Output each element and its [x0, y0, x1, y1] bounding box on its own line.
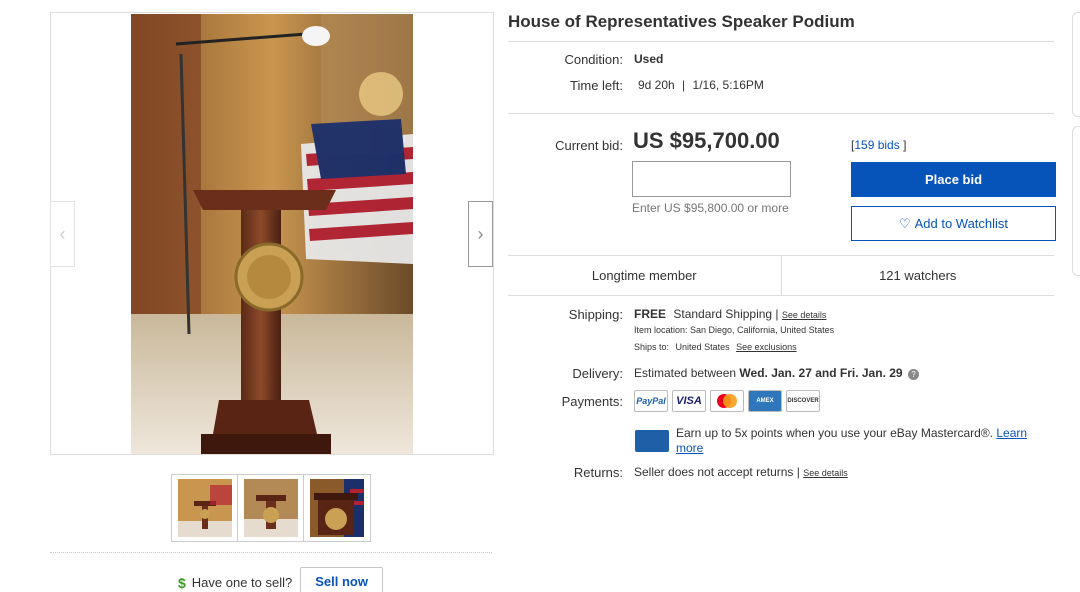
seller-stats: Longtime member 121 watchers [508, 255, 1054, 296]
thumbnail-strip [171, 474, 371, 542]
payments-label: Payments: [561, 394, 623, 409]
shipping-free: FREE [634, 307, 667, 321]
heart-icon: ♡ [898, 215, 911, 231]
bid-hint: Enter US $95,800.00 or more [632, 201, 789, 215]
info-icon[interactable]: ? [907, 369, 919, 380]
chevron-left-icon: ‹ [59, 223, 66, 244]
previous-image-button[interactable]: ‹ [50, 201, 75, 267]
dollar-icon: $ [178, 574, 186, 591]
place-bid-button[interactable]: Place bid [851, 162, 1056, 197]
add-to-watchlist-button[interactable]: ♡ Add to Watchlist [851, 206, 1056, 241]
current-bid-label: Current bid: [555, 138, 623, 153]
bid-amount-input[interactable] [632, 161, 791, 197]
mastercard-promo-icon [635, 430, 669, 452]
delivery-value: Estimated between Wed. Jan. 27 and Fri. … [634, 366, 919, 380]
promo-message: Earn up to 5x points when you use your e… [676, 426, 994, 440]
divider [508, 113, 1054, 114]
condition-value: Used [634, 52, 664, 66]
shipping-service: Standard Shipping | [673, 307, 779, 321]
sell-one-row: $ Have one to sell? Sell now [178, 567, 383, 592]
time-left-value: 9d 20h | 1/16, 5:16PM [638, 78, 764, 92]
bid-history-link[interactable]: 159 bids [854, 138, 899, 152]
watchlist-label: Add to Watchlist [914, 216, 1009, 231]
watchers-count: 121 watchers [780, 256, 1055, 295]
time-left-label: Time left: [570, 78, 623, 93]
ships-to-value: United States [675, 342, 730, 352]
thumbnail-3[interactable] [304, 475, 370, 541]
bid-count: [159 bids ] [851, 138, 906, 152]
discover-icon: DISCOVER [786, 390, 820, 412]
payment-methods: PayPal VISA AMEX DISCOVER [634, 390, 820, 412]
condition-label: Condition: [564, 52, 623, 67]
main-image-frame: ‹ › [50, 12, 494, 455]
ships-to-label: Ships to: [634, 342, 670, 352]
divider [508, 41, 1054, 42]
item-location: Item location: San Diego, California, Un… [634, 325, 835, 335]
shipping-see-details-link[interactable]: See details [782, 310, 827, 320]
next-image-button[interactable]: › [468, 201, 493, 267]
side-panel-edge [1072, 126, 1080, 276]
returns-value: Seller does not accept returns | See det… [634, 465, 848, 479]
podium-main-image[interactable] [131, 14, 413, 454]
bid-count-close: ] [903, 138, 907, 152]
longtime-member: Longtime member [591, 268, 697, 283]
ships-to: Ships to: United States See exclusions [634, 342, 797, 352]
thumbnail-1[interactable] [172, 475, 238, 541]
end-date: 1/16, 5:16PM [692, 78, 764, 92]
returns-text: Seller does not accept returns | [634, 465, 800, 479]
paypal-icon: PayPal [634, 390, 668, 412]
chevron-right-icon: › [477, 223, 484, 244]
amex-icon: AMEX [748, 390, 782, 412]
shipping-label: Shipping: [568, 307, 623, 322]
sell-prompt: Have one to sell? [191, 575, 293, 590]
returns-label: Returns: [573, 465, 623, 480]
promo-text: Earn up to 5x points when you use your e… [676, 426, 1056, 456]
side-panel-edge [1072, 12, 1080, 117]
delivery-prefix: Estimated between [634, 366, 737, 380]
listing-title: House of Representatives Speaker Podium [508, 12, 855, 31]
time-separator: | [682, 78, 686, 92]
thumbnail-2[interactable] [238, 475, 304, 541]
time-remaining: 9d 20h [638, 78, 675, 92]
shipping-value: FREE Standard Shipping | See details [634, 307, 826, 321]
current-bid-price: US $95,700.00 [633, 128, 780, 153]
sell-now-button[interactable]: Sell now [300, 567, 383, 592]
visa-icon: VISA [672, 390, 706, 412]
delivery-label: Delivery: [572, 366, 623, 381]
see-exclusions-link[interactable]: See exclusions [736, 342, 797, 352]
returns-see-details-link[interactable]: See details [803, 468, 848, 478]
mastercard-icon [710, 390, 744, 412]
delivery-window: Wed. Jan. 27 and Fri. Jan. 29 [739, 366, 903, 380]
divider [50, 552, 492, 553]
